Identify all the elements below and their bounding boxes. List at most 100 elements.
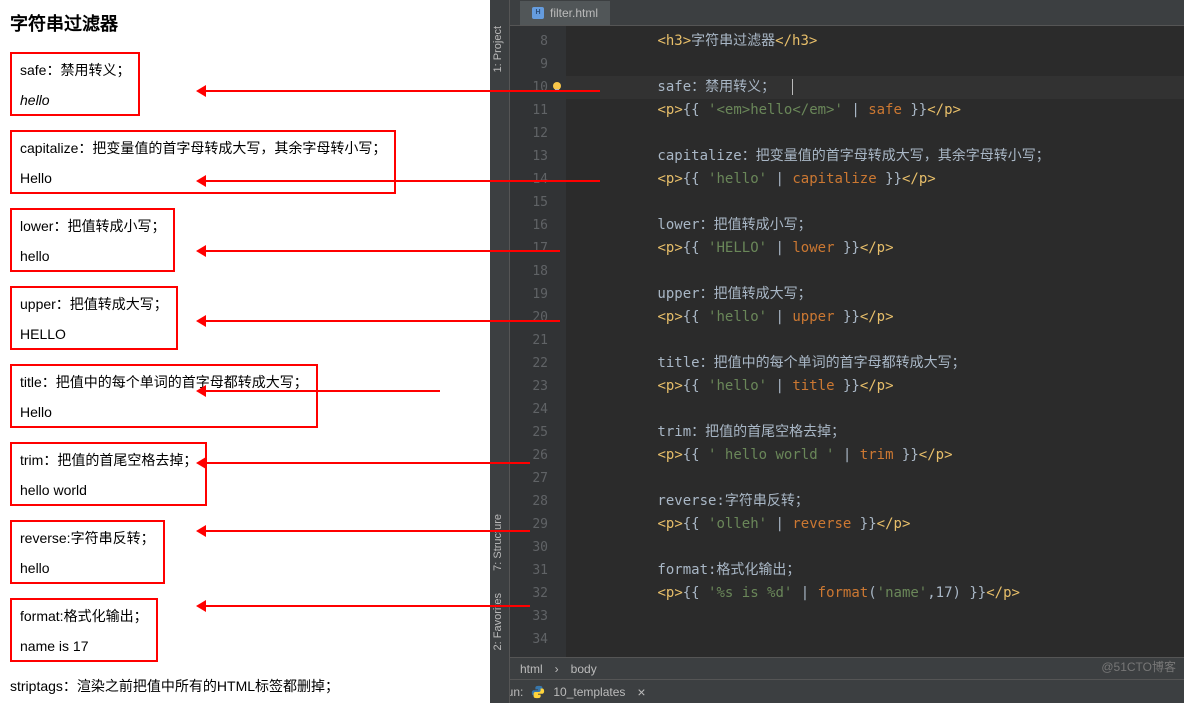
line-number: 31 [510,559,548,582]
watermark: @51CTO博客 [1101,658,1176,675]
line-number: 21 [510,329,548,352]
code-line[interactable] [590,122,1184,145]
project-tool-tab[interactable]: 1: Project [490,20,506,78]
code-line[interactable] [590,53,1184,76]
code-line[interactable]: reverse:字符串反转； [590,490,1184,513]
filter-box: reverse:字符串反转； hello [10,520,165,584]
code-line[interactable] [590,329,1184,352]
filter-box: upper：把值转成大写； HELLO [10,286,178,350]
code-line[interactable]: lower：把值转成小写； [590,214,1184,237]
line-number: 26 [510,444,548,467]
code-line[interactable]: safe：禁用转义； [566,76,1184,99]
code-line[interactable]: <p>{{ 'hello' | title }}</p> [590,375,1184,398]
run-tool-window[interactable]: Run: 10_templates × [490,679,1184,703]
filter-desc: safe：禁用转义； [20,60,130,80]
page-title: 字符串过滤器 [10,10,480,36]
code-line[interactable]: title：把值中的每个单词的首字母都转成大写； [590,352,1184,375]
code-line[interactable]: <p>{{ '<em>hello</em>' | safe }}</p> [590,99,1184,122]
line-number: 12 [510,122,548,145]
filter-desc: capitalize：把变量值的首字母转成大写，其余字母转小写； [20,138,386,158]
filter-result: hello world [20,482,197,498]
code-line[interactable]: format:格式化输出； [590,559,1184,582]
line-gutter: 8910111213141516171819202122232425262728… [510,26,566,657]
filter-desc: reverse:字符串反转； [20,528,155,548]
code-editor[interactable]: 8910111213141516171819202122232425262728… [510,26,1184,657]
filter-desc: upper：把值转成大写； [20,294,168,314]
breadcrumb-item[interactable]: body [571,662,597,676]
code-line[interactable]: <p>{{ '%s is %d' | format('name',17) }}<… [590,582,1184,605]
html-file-icon: H [532,7,544,19]
code-line[interactable]: <h3>字符串过滤器</h3> [590,30,1184,53]
browser-preview: 字符串过滤器 safe：禁用转义； hello capitalize：把变量值的首字… [0,0,490,703]
line-number: 28 [510,490,548,513]
intention-bulb-icon[interactable] [550,79,564,93]
line-number: 20 [510,306,548,329]
code-line[interactable] [590,260,1184,283]
filter-desc: striptags：渲染之前把值中所有的HTML标签都删掉； [10,676,480,696]
code-line[interactable]: capitalize：把变量值的首字母转成大写，其余字母转小写； [590,145,1184,168]
line-number: 15 [510,191,548,214]
line-number: 17 [510,237,548,260]
line-number: 19 [510,283,548,306]
line-number: 32 [510,582,548,605]
line-number: 33 [510,605,548,628]
text-caret [792,79,793,95]
filter-desc: trim：把值的首尾空格去掉； [20,450,197,470]
line-number: 30 [510,536,548,559]
code-area[interactable]: <h3>字符串过滤器</h3> safe：禁用转义； <p>{{ '<em>he… [566,26,1184,657]
filter-result: name is 17 [20,638,148,654]
tab-label: filter.html [550,6,598,20]
code-line[interactable] [590,536,1184,559]
filter-box: lower：把值转成小写； hello [10,208,175,272]
line-number: 8 [510,30,548,53]
breadcrumb: html › body [490,657,1184,679]
code-line[interactable]: <p>{{ 'HELLO' | lower }}</p> [590,237,1184,260]
line-number: 14 [510,168,548,191]
code-line[interactable] [590,628,1184,651]
code-line[interactable] [590,467,1184,490]
line-number: 11 [510,99,548,122]
line-number: 9 [510,53,548,76]
breadcrumb-item[interactable]: html [520,662,543,676]
filter-result: hello [20,92,130,108]
code-line[interactable]: <p>{{ 'hello' | upper }}</p> [590,306,1184,329]
code-line[interactable]: <p>{{ ' hello world ' | trim }}</p> [590,444,1184,467]
filter-desc: lower：把值转成小写； [20,216,165,236]
ide-panel: 1: Project 7: Structure 2: Favorites H f… [490,0,1184,703]
editor-tab-bar: H filter.html [490,0,1184,26]
line-number: 23 [510,375,548,398]
editor-tab[interactable]: H filter.html [520,1,610,25]
python-icon [531,685,545,699]
filter-desc: format:格式化输出； [20,606,148,626]
filter-desc: title：把值中的每个单词的首字母都转成大写； [20,372,308,392]
code-line[interactable]: upper：把值转成大写； [590,283,1184,306]
filter-result: hello [20,248,165,264]
structure-tool-tab[interactable]: 7: Structure [490,508,506,577]
code-line[interactable] [590,398,1184,421]
line-number: 27 [510,467,548,490]
line-number: 18 [510,260,548,283]
favorites-tool-tab[interactable]: 2: Favorites [490,587,506,656]
filter-box: title：把值中的每个单词的首字母都转成大写； Hello [10,364,318,428]
code-line[interactable]: <p>{{ 'olleh' | reverse }}</p> [590,513,1184,536]
filter-box: capitalize：把变量值的首字母转成大写，其余字母转小写；Hello [10,130,396,194]
line-number: 34 [510,628,548,651]
filter-result: HELLO [20,326,168,342]
code-line[interactable] [590,605,1184,628]
code-line[interactable]: trim：把值的首尾空格去掉； [590,421,1184,444]
run-config-name: 10_templates [553,685,625,699]
line-number: 10 [510,76,548,99]
close-icon[interactable]: × [637,684,645,700]
filter-box: safe：禁用转义； hello [10,52,140,116]
filter-box: format:格式化输出； name is 17 [10,598,158,662]
line-number: 25 [510,421,548,444]
filter-box: trim：把值的首尾空格去掉； hello world [10,442,207,506]
filter-result: Hello [20,404,308,420]
line-number: 16 [510,214,548,237]
line-number: 24 [510,398,548,421]
line-number: 22 [510,352,548,375]
filter-result: hello [20,560,155,576]
code-line[interactable]: <p>{{ 'hello' | capitalize }}</p> [590,168,1184,191]
tool-window-bar: 1: Project 7: Structure 2: Favorites [490,0,510,703]
code-line[interactable] [590,191,1184,214]
